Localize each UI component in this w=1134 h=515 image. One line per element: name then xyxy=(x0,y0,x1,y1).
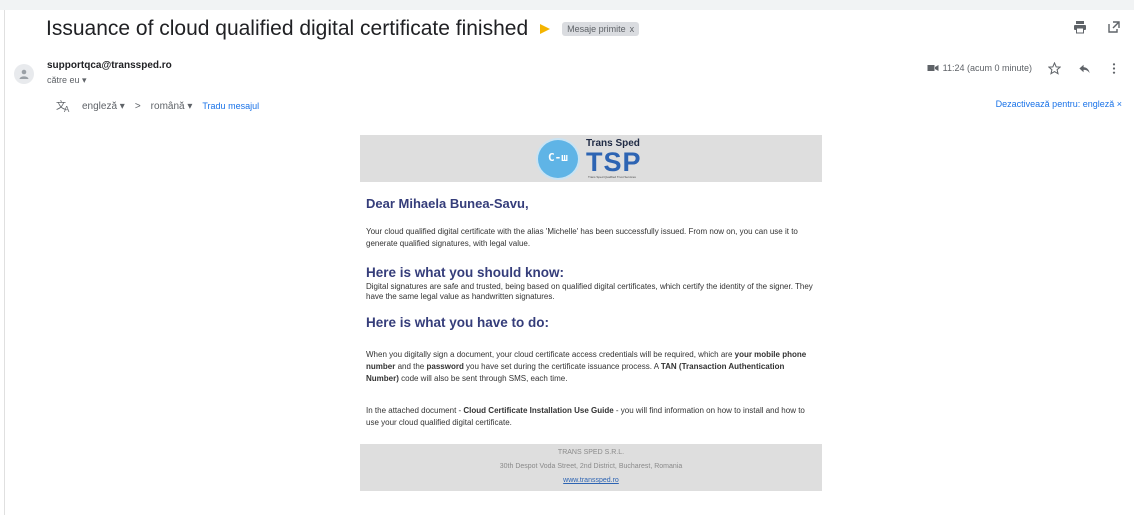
video-icon xyxy=(927,65,939,71)
recipient-toggle[interactable]: către eu ▾ xyxy=(47,75,87,86)
paragraph-should-know: Digital signatures are safe and trusted,… xyxy=(366,282,813,301)
disable-translation-link[interactable]: Dezactivează pentru: engleză × xyxy=(996,99,1122,109)
translate-icon: 文A xyxy=(56,99,70,113)
logo-mark: TSP xyxy=(586,147,642,177)
subject-row: Issuance of cloud qualified digital cert… xyxy=(46,16,640,42)
paragraph-attachment: In the attached document - Cloud Certifi… xyxy=(366,406,805,427)
translate-message-link[interactable]: Tradu mesajul xyxy=(202,101,259,111)
footer-website-link[interactable]: www.transsped.ro xyxy=(360,477,822,484)
sender-address[interactable]: supportqca@transsped.ro xyxy=(47,60,172,71)
greeting: Dear Mihaela Bunea-Savu, xyxy=(366,196,529,211)
paragraph-have-to-do: When you digitally sign a document, your… xyxy=(366,350,807,383)
print-icon[interactable] xyxy=(1072,19,1088,35)
importance-marker-icon[interactable] xyxy=(540,24,552,34)
open-in-new-window-icon[interactable] xyxy=(1106,19,1122,35)
footer-company: TRANS SPED S.R.L. xyxy=(557,449,625,456)
heading-should-know: Here is what you should know: xyxy=(366,265,565,280)
target-language-select[interactable]: română ▾ xyxy=(151,101,193,112)
heading-have-to-do: Here is what you have to do: xyxy=(366,315,550,330)
paragraph-issued: Your cloud qualified digital certificate… xyxy=(366,227,798,248)
timestamp: 11:24 (acum 0 minute) xyxy=(927,63,1032,73)
key-icon: C-ш xyxy=(548,151,568,164)
email-body: C-ш Trans Sped TSP Trans Sped Qualified … xyxy=(360,135,822,491)
left-divider xyxy=(4,10,5,515)
timestamp-text: 11:24 (acum 0 minute) xyxy=(942,63,1032,73)
person-icon xyxy=(19,69,29,79)
email-footer: TRANS SPED S.R.L. 30th Despot Voda Stree… xyxy=(360,444,822,491)
source-language-select[interactable]: engleză ▾ xyxy=(82,101,125,112)
inbox-label-text: Mesaje primite xyxy=(567,24,626,34)
header-banner: C-ш Trans Sped TSP Trans Sped Qualified … xyxy=(360,135,822,182)
star-icon[interactable] xyxy=(1046,60,1062,76)
email-subject: Issuance of cloud qualified digital cert… xyxy=(46,17,529,40)
top-strip xyxy=(0,0,1134,10)
translate-bar: 文A engleză ▾ > română ▾ Tradu mesajul xyxy=(56,99,259,113)
message-meta: 11:24 (acum 0 minute) xyxy=(927,60,1122,76)
inbox-label-chip[interactable]: Mesaje primite x xyxy=(562,22,640,36)
translate-arrow: > xyxy=(134,100,141,112)
footer-address: 30th Despot Voda Street, 2nd District, B… xyxy=(499,463,683,470)
reply-icon[interactable] xyxy=(1076,60,1092,76)
svg-text:A: A xyxy=(64,105,70,113)
more-vertical-icon[interactable] xyxy=(1106,60,1122,76)
sender-avatar[interactable] xyxy=(14,64,34,84)
top-actions xyxy=(1072,19,1122,35)
logo-tagline: Trans Sped Qualified Trust Services xyxy=(588,175,636,179)
label-close-icon[interactable]: x xyxy=(630,24,635,34)
